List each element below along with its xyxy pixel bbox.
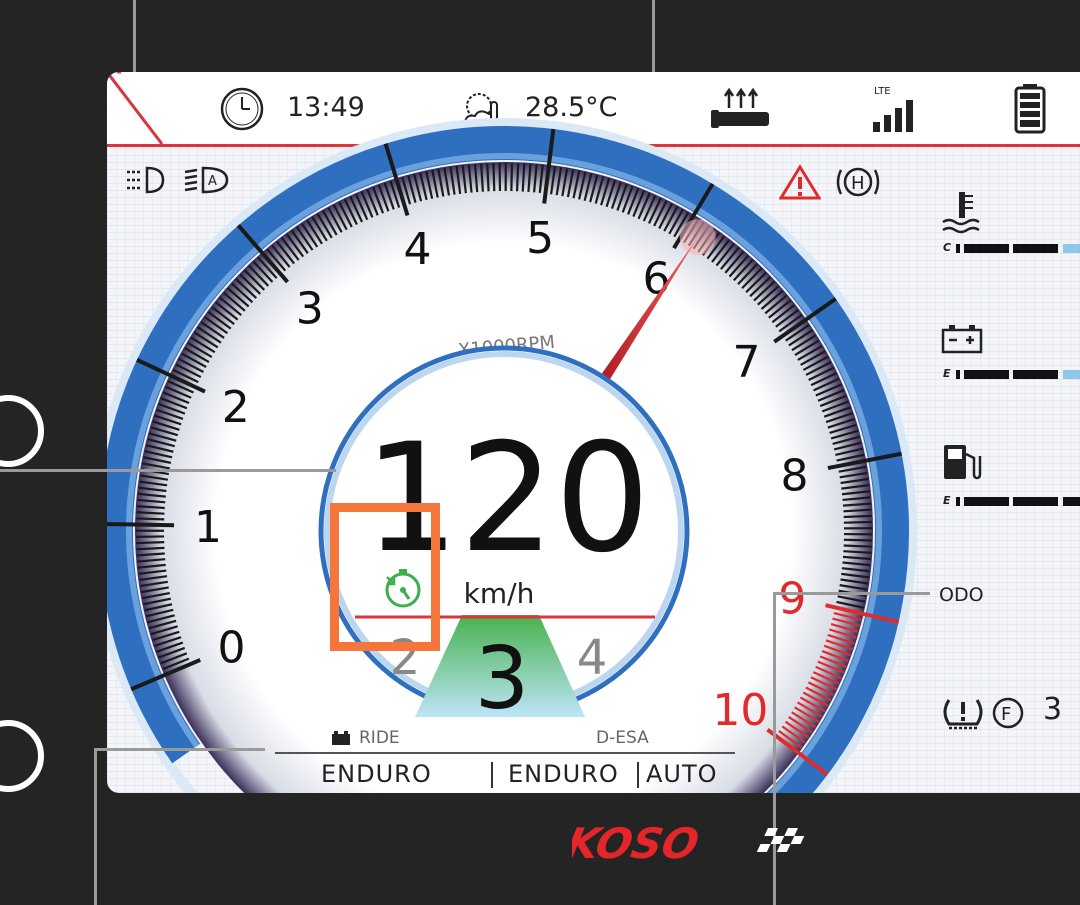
callout-line xyxy=(95,748,265,751)
tire-pressure-value: 3 xyxy=(1043,692,1063,727)
coolant-gauge-label: C xyxy=(943,241,952,254)
rpm-gauge: 012345678910 X1000RPM 120 km/h 3 2 4 xyxy=(107,118,917,793)
rpm-scale-label: 4 xyxy=(403,224,431,275)
rpm-scale-label: 7 xyxy=(732,337,760,388)
rpm-minor-tick xyxy=(843,520,872,524)
svg-text:F: F xyxy=(1001,704,1011,725)
ride-mode-value[interactable]: ENDURO xyxy=(321,760,432,788)
checkered-flag-icon xyxy=(756,828,805,852)
ride-mode-icon xyxy=(332,731,350,745)
coolant-temperature-icon xyxy=(942,192,980,234)
rpm-scale-label: 9 xyxy=(778,574,806,625)
callout-line xyxy=(775,592,930,595)
callout-line xyxy=(94,748,97,905)
rpm-minor-tick xyxy=(136,546,165,551)
fuel-gauge: E xyxy=(943,494,1080,507)
rpm-scale-label: 5 xyxy=(526,213,554,264)
brand-logo-text: KOSO xyxy=(572,820,703,868)
fuel-gauge-label: E xyxy=(943,494,951,507)
battery-voltage-icon xyxy=(941,325,983,354)
speed-unit: km/h xyxy=(464,577,535,610)
callout-marker xyxy=(0,720,44,792)
rpm-minor-tick xyxy=(510,163,514,192)
ride-mode-label: RIDE xyxy=(359,728,400,748)
rpm-minor-tick xyxy=(515,163,520,192)
gear-next: 4 xyxy=(577,630,608,686)
battery-gauge-label: E xyxy=(943,367,951,380)
rpm-minor-tick xyxy=(843,514,872,519)
rpm-minor-tick xyxy=(136,541,165,545)
rpm-minor-tick xyxy=(843,538,872,542)
rpm-minor-tick xyxy=(136,517,165,521)
koso-logo: KOSO xyxy=(572,820,805,868)
desa-label: D-ESA xyxy=(596,728,649,748)
mode-separator xyxy=(491,762,493,788)
front-tire-icon: F xyxy=(992,697,1024,729)
rpm-scale-label: 10 xyxy=(712,685,768,736)
rpm-minor-tick xyxy=(486,163,490,192)
desa-separator xyxy=(637,762,639,788)
rpm-scale-label: 1 xyxy=(194,502,222,553)
cruise-control-highlight xyxy=(330,503,440,651)
coolant-gauge: C xyxy=(943,241,1080,254)
battery-voltage-gauge: E xyxy=(943,367,1080,380)
rpm-minor-tick xyxy=(492,163,496,192)
desa-mode-value[interactable]: ENDURO xyxy=(508,760,619,788)
rpm-scale-label: 2 xyxy=(222,382,250,433)
callout-line xyxy=(0,469,336,472)
fuel-icon xyxy=(944,445,982,480)
odo-label: ODO xyxy=(939,584,984,606)
rpm-scale-label: 0 xyxy=(218,623,246,674)
rpm-minor-tick xyxy=(136,511,165,515)
tire-pressure-icon xyxy=(943,699,983,730)
rpm-scale-label: 8 xyxy=(781,451,809,502)
rpm-major-tick xyxy=(107,522,175,528)
gear-current: 3 xyxy=(475,629,530,729)
dashboard-screen: 13:49 28.5°C LTE A H 0 1 2 3 4 5 6 7 8 9… xyxy=(107,72,1080,793)
desa-damping-value[interactable]: AUTO xyxy=(646,760,718,788)
rpm-minor-tick xyxy=(521,163,526,192)
rpm-scale-label: 3 xyxy=(296,284,324,335)
rpm-minor-tick xyxy=(843,544,872,548)
callout-marker xyxy=(0,395,44,467)
mode-divider xyxy=(275,752,735,754)
